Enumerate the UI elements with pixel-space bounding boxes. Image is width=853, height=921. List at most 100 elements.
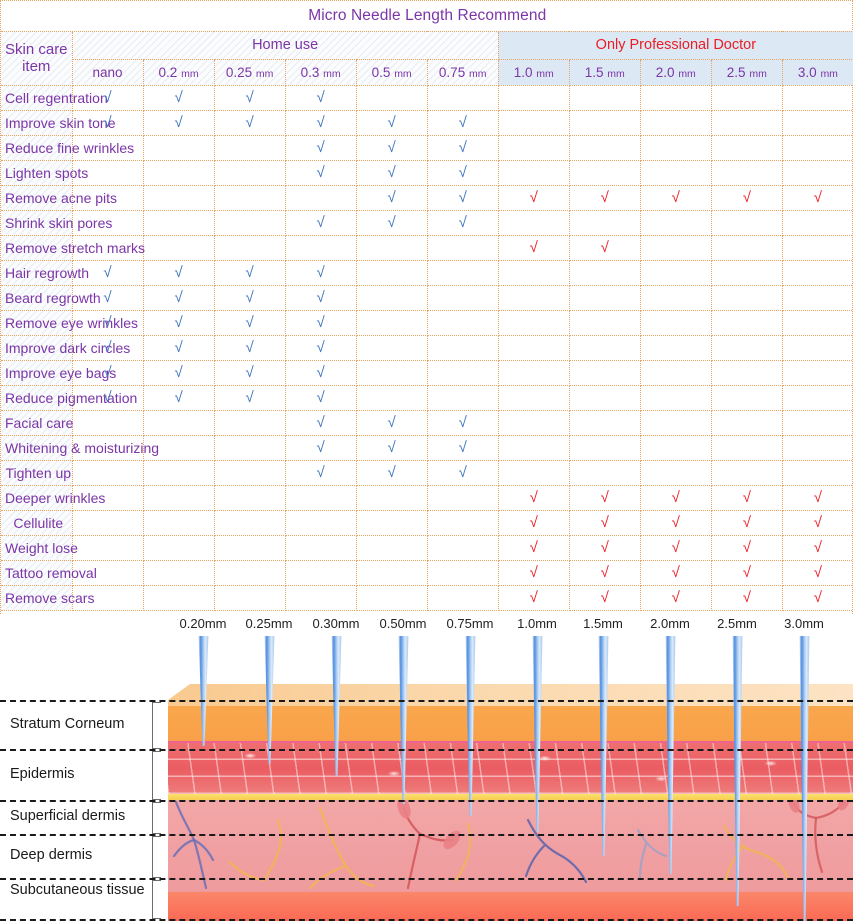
check-icon-home: √ [388,189,396,206]
cell-1-5: √ [569,485,640,510]
recommendation-table: Micro Needle Length RecommendSkin care i… [1,1,853,611]
cell-0-75: √ [427,460,498,485]
cell-1-0 [498,435,569,460]
boundary-line [0,800,853,802]
cell-0-75: √ [427,410,498,435]
cell-0-3: √ [285,460,356,485]
cell-0-3: √ [285,310,356,335]
layer-bracket [152,751,161,800]
check-icon-home: √ [388,414,396,431]
check-icon-home: √ [459,139,467,156]
cell-0-2: √ [143,260,214,285]
cell-3-0 [782,285,853,310]
cell-0-75 [427,285,498,310]
row-label: Whitening & moisturizing [1,435,72,460]
cell-1-0 [498,285,569,310]
row-label: Deeper wrinkles [1,485,72,510]
column-header-1-5: 1.5 mm [569,59,640,85]
column-header-value: 0.3 [301,65,320,80]
cell-3-0 [782,110,853,135]
needle-label-0-50mm: 0.50mm [380,616,427,631]
check-icon-professional: √ [814,189,822,206]
check-icon-home: √ [245,314,253,331]
cell-0-25: √ [214,335,285,360]
column-header-2-0: 2.0 mm [640,59,711,85]
layer-bracket [152,836,161,878]
cell-2-5 [711,260,782,285]
cell-2-5 [711,360,782,385]
cell-0-25: √ [214,360,285,385]
cell-0-3 [285,560,356,585]
column-header-unit: mm [181,68,199,80]
cell-3-0 [782,360,853,385]
cell-0-3: √ [285,360,356,385]
cell-2-0: √ [640,560,711,585]
skin-penetration-diagram: 0.20mm0.25mm0.30mm0.50mm0.75mm1.0mm1.5mm… [0,614,853,921]
cell-2-0 [640,360,711,385]
check-icon-home: √ [388,439,396,456]
check-icon-home: √ [459,439,467,456]
check-icon-home: √ [245,289,253,306]
cell-0-2: √ [143,310,214,335]
cell-0-25: √ [214,260,285,285]
check-icon-home: √ [459,164,467,181]
group-header-home: Home use [72,31,498,59]
column-header-1-0: 1.0 mm [498,59,569,85]
cell-0-75 [427,385,498,410]
cell-0-5 [356,560,427,585]
cell-0-75: √ [427,160,498,185]
cell-2-0: √ [640,485,711,510]
check-icon-home: √ [174,364,182,381]
cell-0-2 [143,185,214,210]
check-icon-professional: √ [814,589,822,606]
cell-0-5 [356,85,427,110]
check-icon-professional: √ [601,539,609,556]
cell-1-5: √ [569,185,640,210]
cell-0-75 [427,585,498,610]
check-icon-home: √ [245,114,253,131]
cell-0-2 [143,235,214,260]
layer-label-deep-dermis: Deep dermis [10,847,150,864]
cell-0-25 [214,560,285,585]
column-header-value: 2.0 [656,65,675,80]
check-icon-home: √ [388,139,396,156]
cell-nano [72,410,143,435]
needle-0-50mm [397,636,410,804]
cell-1-0: √ [498,235,569,260]
check-icon-home: √ [459,189,467,206]
row-label: Remove acne pits [1,185,72,210]
check-icon-home: √ [317,139,325,156]
layer-bracket [152,880,161,919]
cell-0-25 [214,185,285,210]
cell-0-25 [214,410,285,435]
row-label: Facial care [1,410,72,435]
cell-1-5 [569,460,640,485]
skin-care-item-header: Skin care item [1,31,72,85]
table-row: Cellulite√√√√√ [1,510,853,535]
check-icon-home: √ [317,464,325,481]
cell-3-0: √ [782,510,853,535]
table-row: Remove stretch marks√√ [1,235,853,260]
check-icon-home: √ [317,289,325,306]
cell-2-5: √ [711,185,782,210]
column-header-value: 0.2 [159,65,178,80]
cell-1-0 [498,460,569,485]
row-label: Shrink skin pores [1,210,72,235]
column-header-unit: mm [678,68,696,80]
cell-0-25: √ [214,85,285,110]
cell-0-2 [143,510,214,535]
needle-label-2-5mm: 2.5mm [717,616,757,631]
check-icon-home: √ [174,89,182,106]
column-header-nano: nano [72,59,143,85]
check-icon-professional: √ [530,189,538,206]
cell-2-0 [640,435,711,460]
cell-0-5 [356,335,427,360]
check-icon-home: √ [174,289,182,306]
check-icon-professional: √ [601,489,609,506]
check-icon-home: √ [103,314,111,331]
cell-0-5 [356,310,427,335]
cell-0-25 [214,585,285,610]
cell-0-5 [356,535,427,560]
row-label: Remove stretch marks [1,235,72,260]
table-row: Reduce fine wrinkles√√√ [1,135,853,160]
